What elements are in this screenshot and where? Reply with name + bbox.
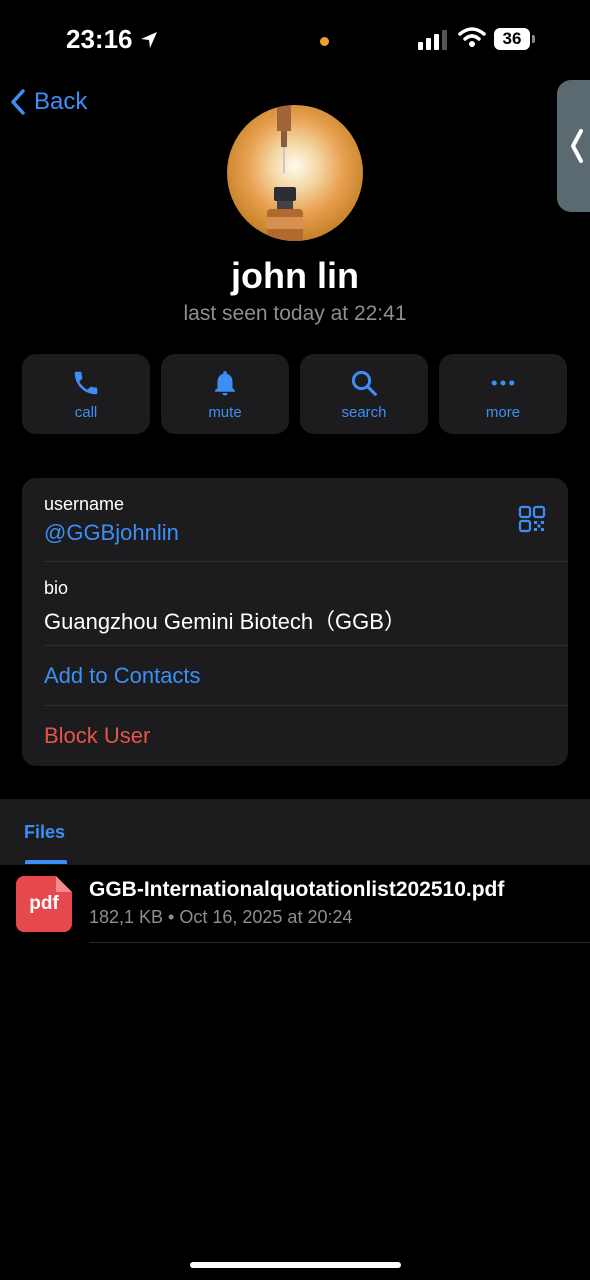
search-icon	[351, 370, 377, 396]
status-time: 23:16	[66, 24, 159, 55]
info-card: username @GGBjohnlin bio Guangzhou Gemin…	[22, 478, 568, 766]
last-seen-status: last seen today at 22:41	[183, 302, 407, 325]
more-icon	[491, 380, 515, 385]
search-button[interactable]: search	[300, 354, 428, 434]
chevron-left-icon	[571, 129, 583, 163]
battery-icon: 36	[494, 28, 530, 50]
phone-icon	[74, 371, 98, 394]
file-name[interactable]: GGB-Internationalquotationlist202510.pdf	[89, 878, 504, 902]
block-user-row[interactable]: Block User	[22, 706, 568, 766]
media-tabs-bar	[0, 799, 590, 865]
bio-value: Guangzhou Gemini Biotech（GGB）	[44, 609, 406, 634]
location-arrow-icon	[140, 31, 157, 48]
block-user-button[interactable]: Block User	[44, 723, 150, 749]
username-row[interactable]: username @GGBjohnlin	[22, 478, 568, 561]
home-indicator[interactable]	[190, 1262, 401, 1268]
more-button[interactable]: more	[439, 354, 567, 434]
pdf-fold-corner	[56, 876, 72, 892]
side-panel-handle[interactable]	[557, 80, 590, 212]
battery-tip	[532, 35, 535, 43]
action-buttons: call mute search more	[22, 354, 568, 434]
mute-button[interactable]: mute	[161, 354, 289, 434]
bio-label: bio	[44, 578, 69, 598]
call-button[interactable]: call	[22, 354, 150, 434]
add-to-contacts-row[interactable]: Add to Contacts	[22, 646, 568, 705]
tab-files[interactable]: Files	[24, 822, 65, 843]
profile-name: john lin	[231, 255, 359, 296]
privacy-indicator-dot	[320, 37, 329, 46]
divider	[89, 942, 590, 943]
wifi-icon	[458, 27, 486, 47]
back-button[interactable]: Back	[10, 88, 87, 116]
username-label: username	[44, 494, 125, 514]
chevron-left-icon	[11, 89, 25, 115]
tab-files-indicator	[25, 860, 67, 864]
cellular-signal-icon	[418, 30, 447, 50]
file-meta: 182,1 KB • Oct 16, 2025 at 20:24	[89, 907, 353, 927]
avatar[interactable]	[227, 105, 363, 241]
syringe-vial-image	[267, 105, 303, 241]
qr-code-icon[interactable]	[518, 505, 546, 533]
bio-row: bio Guangzhou Gemini Biotech（GGB）	[22, 562, 568, 645]
bell-icon	[215, 370, 235, 395]
add-to-contacts-button[interactable]: Add to Contacts	[44, 663, 201, 689]
username-value[interactable]: @GGBjohnlin	[44, 520, 179, 546]
